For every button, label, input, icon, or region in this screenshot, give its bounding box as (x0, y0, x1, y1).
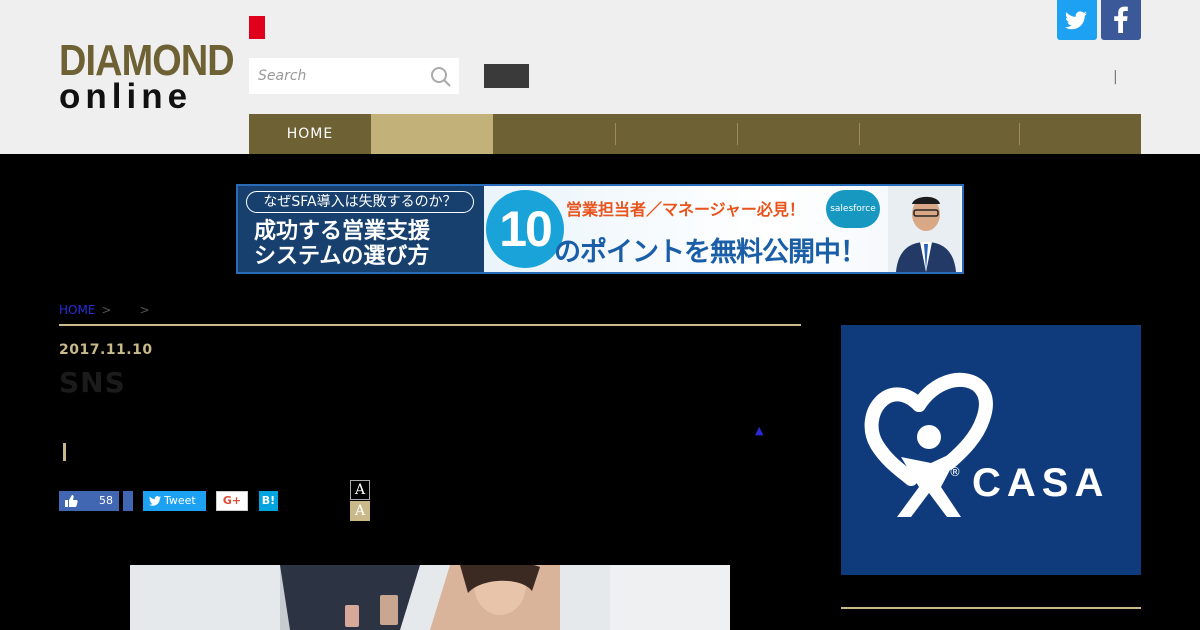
facebook-share-button[interactable] (123, 491, 133, 511)
search-icon[interactable] (430, 66, 452, 88)
casa-logo-icon (864, 372, 993, 517)
tweet-label: Tweet (164, 494, 196, 507)
banner-top-copy: 営業担当者／マネージャー必見！ (566, 200, 805, 219)
article-hero-image (130, 565, 730, 630)
red-accent-mark (249, 16, 265, 39)
breadcrumb: HOME > > (59, 303, 156, 317)
like-count: 58 (99, 494, 113, 507)
author-marker (63, 443, 66, 461)
breadcrumb-home-link[interactable]: HOME (59, 303, 95, 317)
salesforce-cloud-logo: salesforce (826, 190, 880, 228)
page-top-arrow-icon[interactable]: ▲ (755, 424, 763, 437)
twitter-bird-icon (149, 496, 161, 506)
font-size-small-button[interactable]: A (350, 501, 370, 521)
twitter-bird-icon (1065, 11, 1087, 30)
logo-line-diamond: DIAMOND (59, 36, 235, 85)
search-box (249, 58, 459, 94)
sidebar-divider (841, 607, 1141, 609)
commuters-photo (130, 565, 730, 630)
ad-banner[interactable]: なぜSFA導入は失敗するのか？ 成功する営業支援 システムの選び方 10 営業担… (236, 184, 964, 274)
banner-main-copy: のポイントを無料公開中！ (554, 237, 867, 268)
article-title: SNS (59, 366, 126, 399)
google-plus-button[interactable]: G+ (216, 491, 248, 511)
nav-item-2[interactable] (371, 114, 493, 154)
breadcrumb-arrow: > (101, 303, 112, 317)
facebook-f-icon (1114, 6, 1128, 33)
banner-left-panel: なぜSFA導入は失敗するのか？ 成功する営業支援 システムの選び方 (238, 186, 484, 272)
site-logo[interactable]: DIAMOND online (59, 36, 235, 116)
banner-headline-1: 成功する営業支援 (254, 219, 431, 244)
facebook-like-button[interactable]: 58 (59, 491, 119, 511)
twitter-button[interactable] (1057, 0, 1097, 40)
header-button[interactable] (484, 64, 529, 88)
nav-item-4[interactable] (615, 114, 737, 154)
nav-item-6[interactable] (859, 114, 1019, 154)
banner-pill-text: なぜSFA導入は失敗するのか？ (246, 191, 474, 213)
registered-mark: ® (949, 465, 961, 479)
content-divider (59, 324, 801, 326)
nav-item-3[interactable] (493, 114, 615, 154)
banner-person-photo (888, 186, 960, 272)
font-size-large-button[interactable]: A (350, 480, 370, 500)
banner-headline-2: システムの選び方 (254, 244, 430, 269)
header-separator: | (1113, 69, 1118, 85)
nav-item-7[interactable] (1019, 114, 1141, 154)
search-input[interactable] (249, 58, 425, 94)
nav-item-5[interactable] (737, 114, 859, 154)
article-date: 2017.11.10 (59, 342, 153, 358)
banner-number-circle: 10 (486, 190, 564, 268)
casa-brand-text: CASA (972, 461, 1110, 505)
facebook-button[interactable] (1101, 0, 1141, 40)
main-nav: HOME (249, 114, 1141, 154)
breadcrumb-arrow: > (139, 303, 150, 317)
thumbs-up-icon (65, 495, 78, 507)
side-ad-casa[interactable]: ® CASA (841, 325, 1141, 575)
tweet-button[interactable]: Tweet (143, 491, 206, 511)
site-header: DIAMOND online | HOME (0, 0, 1200, 154)
logo-line-online: online (59, 77, 193, 116)
nav-item-home[interactable]: HOME (249, 114, 371, 154)
banner-right-panel: 10 営業担当者／マネージャー必見！ のポイントを無料公開中！ salesfor… (484, 186, 962, 272)
hatena-bookmark-button[interactable]: B! (259, 491, 278, 511)
